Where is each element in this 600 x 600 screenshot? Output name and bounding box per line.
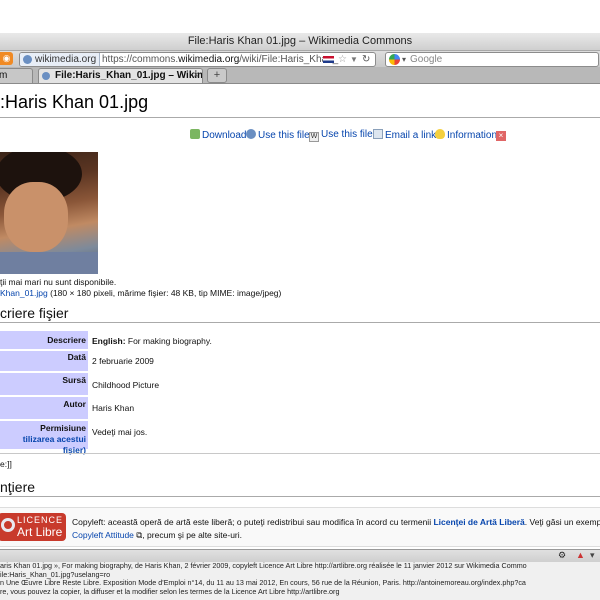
download-label: Download xyxy=(202,130,247,141)
row-value-source: Childhood Picture xyxy=(92,380,160,390)
site-identity-button[interactable]: wikimedia.org xyxy=(20,53,100,66)
search-engine-dropdown-icon[interactable]: ▾ xyxy=(402,53,406,66)
globe-icon xyxy=(23,55,32,64)
search-input[interactable]: ▾ Google xyxy=(385,52,599,67)
divider xyxy=(0,117,600,118)
use-file-web-link[interactable]: Use this file xyxy=(246,129,310,141)
row-label-permission: Permisiune tilizarea acestui fişier) xyxy=(0,421,88,455)
use-file-label: Use this file xyxy=(321,129,373,140)
download-link[interactable]: Download xyxy=(190,129,246,141)
row-value-description: English: For making biography. xyxy=(92,336,212,346)
email-icon xyxy=(373,129,383,139)
url-domain: wikimedia.org xyxy=(178,54,240,65)
license-box: LICENCE Art Libre Copyleft: această oper… xyxy=(0,507,600,547)
window-title-bar: File:Haris Khan 01.jpg – Wikimedia Commo… xyxy=(0,33,600,51)
status-line: aris Khan 01.jpg », For making biography… xyxy=(0,562,527,570)
no-larger-notice: ţii mai mari nu sunt disponibile. xyxy=(0,277,117,287)
tab-label: File:Haris_Khan_01.jpg – Wikime... xyxy=(55,70,202,81)
email-label: Email a link xyxy=(385,130,437,141)
tab-previous[interactable]: m xyxy=(0,68,33,83)
globe-icon xyxy=(246,129,256,139)
license-link[interactable]: Licenţei de Artă Liberă xyxy=(433,517,524,527)
divider xyxy=(0,496,600,497)
wikipedia-icon: W xyxy=(309,132,319,142)
addon-bar: ⚙ ▲ ▾ xyxy=(0,549,600,562)
page-title: :Haris Khan 01.jpg xyxy=(0,92,149,112)
row-label-author: Autor xyxy=(0,397,88,419)
information-label: Information xyxy=(447,130,498,141)
divider xyxy=(0,322,600,323)
section-heading-description: criere fişier xyxy=(0,305,69,321)
lightbulb-icon xyxy=(435,129,445,139)
wikitext-snippet: e:]] xyxy=(0,459,12,469)
new-tab-button[interactable]: + xyxy=(207,68,227,83)
tab-label: m xyxy=(0,69,7,83)
row-label-date: Dată xyxy=(0,351,88,371)
file-meta-text: (180 × 180 pixeli, mărime fişier: 48 KB,… xyxy=(47,288,282,298)
url-dropdown-icon[interactable]: ▼ xyxy=(350,53,358,66)
url-prefix: https://commons. xyxy=(102,54,179,65)
status-line: n Une Œuvre Libre Reste Libre. Expositio… xyxy=(0,579,526,587)
url-text[interactable]: https://commons.wikimedia.org/wiki/File:… xyxy=(102,53,338,66)
rss-icon[interactable]: ◉ xyxy=(0,52,13,65)
gear-icon[interactable]: ⚙ xyxy=(558,550,566,561)
information-link[interactable]: Information xyxy=(435,129,497,141)
licence-art-libre-logo: LICENCE Art Libre xyxy=(0,513,66,541)
row-value-date: 2 februarie 2009 xyxy=(92,356,154,366)
tab-strip: m File:Haris_Khan_01.jpg – Wikime... × + xyxy=(0,67,600,84)
row-value-author: Haris Khan xyxy=(92,403,135,413)
window-title: File:Haris Khan 01.jpg – Wikimedia Commo… xyxy=(187,35,413,47)
section-heading-licensing: nţiere xyxy=(0,479,36,495)
permission-label: Permisiune xyxy=(40,423,86,433)
status-line: ile:Haris_Khan_01.jpg?uselang=ro xyxy=(0,570,111,579)
site-identity-label: wikimedia.org xyxy=(35,54,97,65)
pdf-icon[interactable]: ▲ xyxy=(576,550,585,560)
navigation-bar: ◉ wikimedia.org https://commons.wikimedi… xyxy=(0,51,600,68)
status-bar: aris Khan 01.jpg », For making biography… xyxy=(0,562,600,600)
row-label-source: Sursă xyxy=(0,373,88,395)
close-icon: × xyxy=(496,131,506,141)
file-image[interactable] xyxy=(0,152,98,274)
row-value-permission: Vedeţi mai jos. xyxy=(92,427,148,437)
use-file-wiki-link[interactable]: W Use this file xyxy=(309,129,373,142)
url-bar[interactable]: wikimedia.org https://commons.wikimedia.… xyxy=(19,52,376,67)
status-line: re, vous pouvez la copier, la diffuser e… xyxy=(0,587,340,596)
license-text: Copyleft: această operă de artă este lib… xyxy=(72,517,600,527)
bookmark-star-icon[interactable]: ☆ xyxy=(338,53,347,66)
download-icon xyxy=(190,129,200,139)
file-info: Khan_01.jpg (180 × 180 pixeli, mărime fi… xyxy=(0,288,281,298)
divider xyxy=(0,453,600,454)
use-file-label: Use this file xyxy=(258,130,310,141)
chevron-down-icon[interactable]: ▾ xyxy=(590,550,595,561)
tab-active[interactable]: File:Haris_Khan_01.jpg – Wikime... × xyxy=(38,68,203,83)
license-text-2: Copyleft Attitude ⧉, precum şi pe alte s… xyxy=(72,530,243,540)
copyleft-attitude-link[interactable]: Copyleft Attitude xyxy=(72,530,134,540)
flag-icon[interactable] xyxy=(323,56,334,63)
tab-close-icon[interactable]: × xyxy=(193,69,199,83)
wikimedia-favicon-icon xyxy=(42,72,50,80)
file-link[interactable]: Khan_01.jpg xyxy=(0,288,48,298)
email-link[interactable]: Email a link xyxy=(373,129,436,141)
search-placeholder: Google xyxy=(410,54,443,65)
reload-icon[interactable]: ↻ xyxy=(362,53,370,66)
google-icon[interactable] xyxy=(389,54,400,65)
row-label-description: Descriere xyxy=(0,331,88,349)
close-toolbar-button[interactable]: × xyxy=(496,129,508,141)
